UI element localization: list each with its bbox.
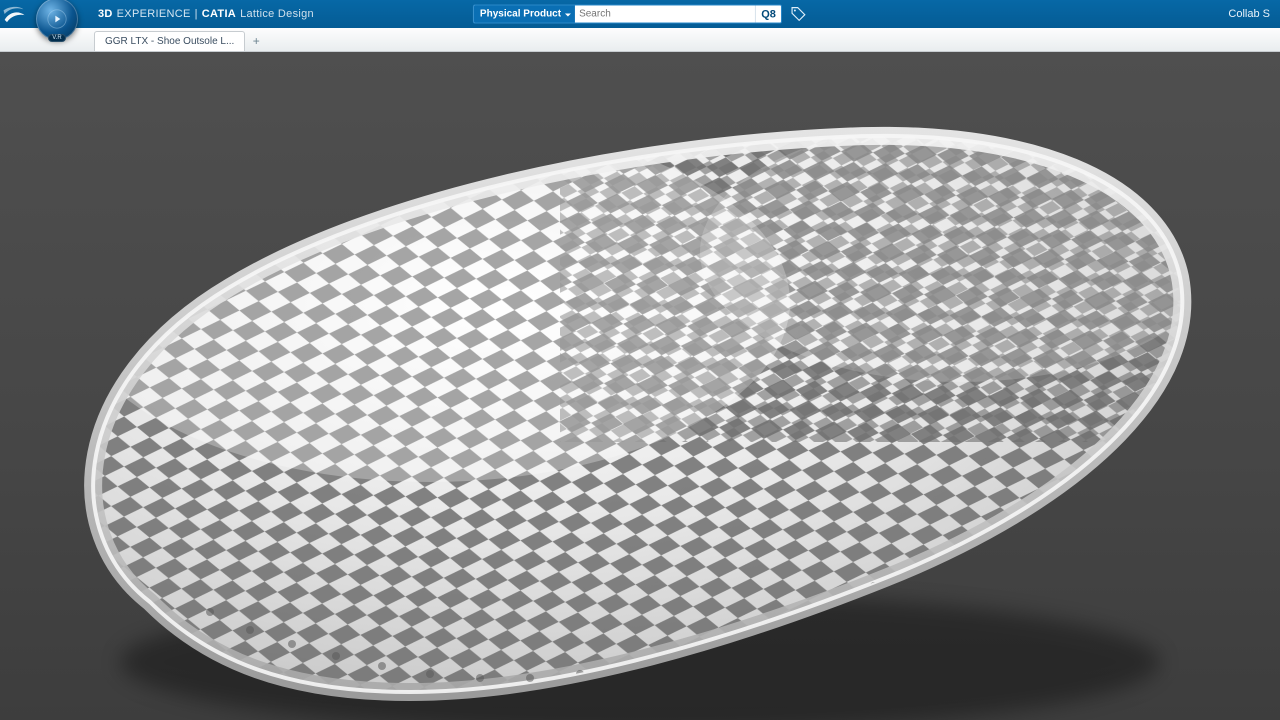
viewport-3d[interactable]: [0, 52, 1280, 720]
header-right: Collab S: [1228, 8, 1274, 20]
tag-icon[interactable]: [790, 6, 807, 23]
app-name: Lattice Design: [240, 8, 314, 20]
search-type-dropdown[interactable]: Physical Product: [474, 6, 575, 23]
document-tab-label: GGR LTX - Shoe Outsole L...: [105, 36, 234, 47]
header-center: Physical Product Q8: [473, 5, 807, 24]
search-button[interactable]: Q8: [755, 6, 781, 23]
platform-name-bold: 3D: [98, 8, 113, 20]
brand-separator: |: [195, 8, 198, 20]
search-button-label: Q8: [761, 8, 776, 20]
app-brand: CATIA: [202, 8, 236, 20]
app-header: V.R 3DEXPERIENCE | CATIA Lattice Design …: [0, 0, 1280, 28]
compass-button[interactable]: V.R: [36, 0, 78, 40]
ds-swoosh-icon: [0, 0, 28, 28]
document-tab[interactable]: GGR LTX - Shoe Outsole L...: [94, 31, 245, 51]
model-render: [0, 52, 1280, 720]
collab-label[interactable]: Collab S: [1228, 8, 1270, 20]
platform-name-rest: EXPERIENCE: [117, 8, 191, 20]
tab-add-button[interactable]: +: [247, 31, 265, 51]
ds-logo-icon[interactable]: [0, 0, 28, 28]
plus-icon: +: [253, 34, 260, 48]
compass-sublabel: V.R: [48, 34, 65, 42]
header-left: V.R 3DEXPERIENCE | CATIA Lattice Design: [0, 0, 314, 28]
play-icon: [47, 9, 67, 29]
search-type-label: Physical Product: [480, 9, 561, 20]
tab-strip: GGR LTX - Shoe Outsole L... +: [0, 28, 1280, 52]
brand-title: 3D EXPERIENCE | CATIA Lattice Design: [98, 8, 314, 20]
search-input[interactable]: [575, 6, 755, 23]
search-box: Physical Product Q8: [473, 5, 782, 24]
